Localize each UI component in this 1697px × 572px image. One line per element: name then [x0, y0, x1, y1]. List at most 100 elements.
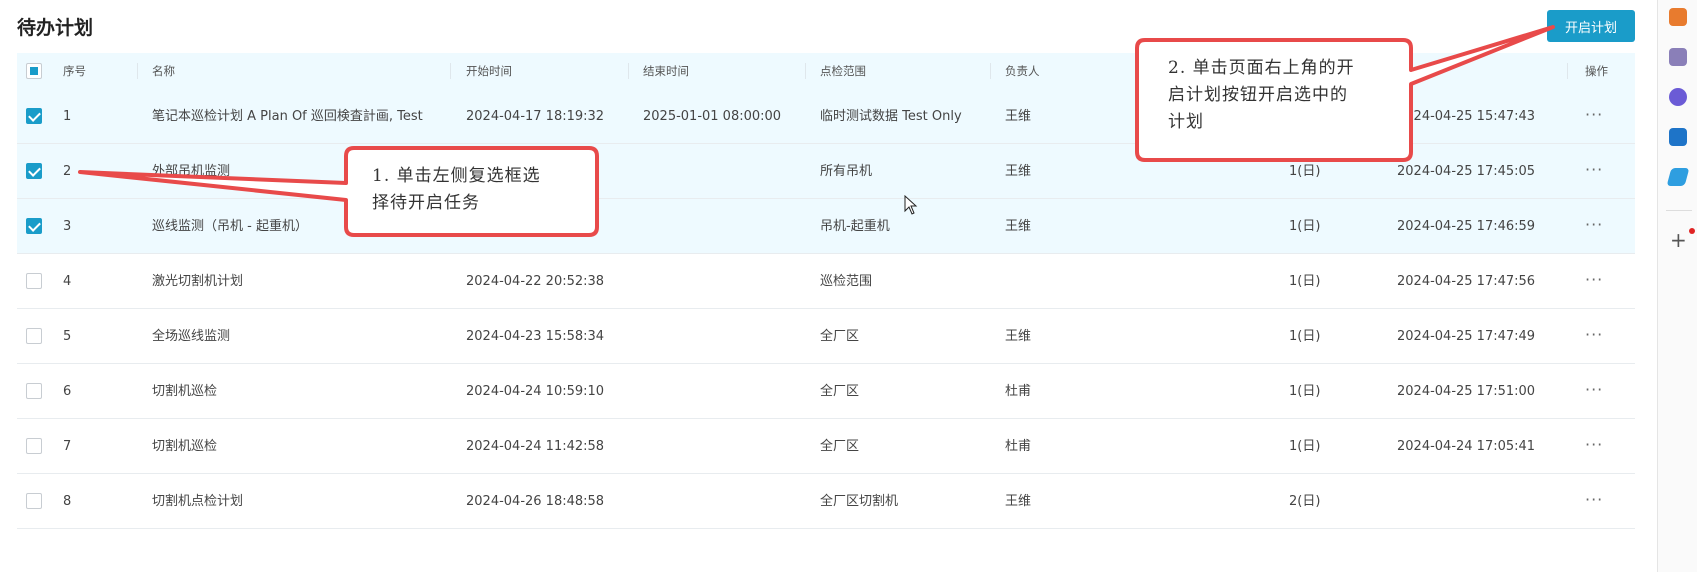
send-icon[interactable] — [1666, 168, 1690, 186]
cell-scope: 全厂区 — [820, 384, 860, 399]
cell-owner: 王维 — [1005, 494, 1032, 509]
cell-name: 外部吊机监测 — [152, 164, 231, 179]
plan-table: 序号 名称 开始时间 结束时间 点检范围 负责人 务生成时间 操作 1 笔记本巡检… — [17, 53, 1635, 529]
cell-scope: 全厂区 — [820, 439, 860, 454]
cell-cycle: 2(日) — [1289, 494, 1321, 509]
cell-generated-time: 2024-04-25 17:47:56 — [1397, 274, 1536, 289]
open-plan-button[interactable]: 开启计划 — [1547, 10, 1635, 42]
table-row[interactable]: 4 激光切割机计划 2024-04-22 20:52:38 巡检范围 1(日) 2024-… — [17, 254, 1635, 309]
right-side-rail: + — [1657, 0, 1697, 572]
table-row[interactable]: 6 切割机巡检 2024-04-24 10:59:10 全厂区 杜甫 1(日) 2024-0… — [17, 364, 1635, 419]
cell-name: 切割机点检计划 — [152, 494, 244, 509]
cell-name: 巡线监测（吊机 - 起重机） — [152, 219, 308, 234]
cell-index: 1 — [63, 109, 72, 124]
outlook-icon[interactable] — [1669, 128, 1687, 146]
header-end-time: 结束时间 — [643, 64, 689, 78]
header-scope: 点检范围 — [820, 64, 866, 78]
cell-cycle: 1(日) — [1289, 439, 1321, 454]
table-row[interactable]: 7 切割机巡检 2024-04-24 11:42:58 全厂区 杜甫 1(日) 2024-0… — [17, 419, 1635, 474]
cell-index: 8 — [63, 494, 72, 509]
cell-generated-time: 2024-04-25 17:47:49 — [1397, 329, 1536, 344]
page-title: 待办计划 — [17, 17, 94, 39]
cell-generated-time: 2024-04-25 17:51:00 — [1397, 384, 1536, 399]
header-index: 序号 — [63, 64, 86, 78]
cell-index: 4 — [63, 274, 72, 289]
table-row[interactable]: 8 切割机点检计划 2024-04-26 18:48:58 全厂区切割机 王维 2(日) ·… — [17, 474, 1635, 529]
more-actions-icon[interactable]: ··· — [1585, 254, 1603, 309]
cell-generated-time: 2024-04-25 17:46:59 — [1397, 219, 1536, 234]
more-actions-icon[interactable]: ··· — [1585, 474, 1603, 529]
cell-index: 3 — [63, 219, 72, 234]
cell-cycle: 1(日) — [1289, 274, 1321, 289]
cell-index: 5 — [63, 329, 72, 344]
cell-scope: 吊机-起重机 — [820, 219, 890, 234]
cell-generated-time: 2024-04-24 17:05:41 — [1397, 439, 1536, 454]
cell-name: 全场巡线监测 — [152, 329, 231, 344]
cell-owner: 王维 — [1005, 329, 1032, 344]
header-owner: 负责人 — [1005, 64, 1040, 78]
mouse-cursor-icon — [904, 195, 918, 215]
cell-generated-time: 2024-04-25 17:45:05 — [1397, 164, 1536, 179]
cell-index: 2 — [63, 164, 72, 179]
header-actions: 操作 — [1585, 64, 1608, 78]
more-actions-icon[interactable]: ··· — [1585, 364, 1603, 419]
cell-name: 激光切割机计划 — [152, 274, 244, 289]
cell-name: 笔记本巡检计划 A Plan Of 巡回検査計画, Test — [152, 109, 423, 124]
header-name: 名称 — [152, 64, 175, 78]
table-header: 序号 名称 开始时间 结束时间 点检范围 负责人 务生成时间 操作 — [17, 53, 1635, 89]
cell-index: 7 — [63, 439, 72, 454]
table-row[interactable]: 5 全场巡线监测 2024-04-23 15:58:34 全厂区 王维 1(日) 2024-… — [17, 309, 1635, 364]
row-checkbox[interactable] — [26, 218, 42, 234]
cell-owner: 王维 — [1005, 109, 1032, 124]
cell-cycle: 1(日) — [1289, 384, 1321, 399]
cell-generated-time: 2024-04-25 15:47:43 — [1397, 109, 1536, 124]
cell-owner: 杜甫 — [1005, 439, 1032, 454]
row-checkbox[interactable] — [26, 328, 42, 344]
add-icon[interactable]: + — [1670, 230, 1687, 250]
cell-start-time: 2024-04-17 18:19:32 — [466, 109, 605, 124]
row-checkbox[interactable] — [26, 438, 42, 454]
more-actions-icon[interactable]: ··· — [1585, 89, 1603, 144]
rail-divider — [1666, 210, 1692, 211]
callout-2-text: 2. 单击页面右上角的开 启计划按钮开启选中的 计划 — [1168, 58, 1355, 132]
cell-scope: 全厂区 — [820, 329, 860, 344]
row-checkbox[interactable] — [26, 383, 42, 399]
cell-scope: 巡检范围 — [820, 274, 873, 289]
table-body: 1 笔记本巡检计划 A Plan Of 巡回検査計画, Test 2024-04-1… — [17, 89, 1635, 529]
toolbox-icon[interactable] — [1669, 8, 1687, 26]
cell-owner: 王维 — [1005, 164, 1032, 179]
callout-1-text: 1. 单击左侧复选框选 择待开启任务 — [372, 166, 541, 213]
header-start-time: 开始时间 — [466, 64, 512, 78]
more-actions-icon[interactable]: ··· — [1585, 199, 1603, 254]
people-icon[interactable] — [1669, 48, 1687, 66]
cell-start-time: 2024-04-23 15:58:34 — [466, 329, 605, 344]
row-checkbox[interactable] — [26, 108, 42, 124]
table-row[interactable]: 3 巡线监测（吊机 - 起重机） 15:12 吊机-起重机 王维 1(日) 2024-04-… — [17, 199, 1635, 254]
cell-start-time: 2024-04-24 10:59:10 — [466, 384, 605, 399]
cell-start-time: 2024-04-22 20:52:38 — [466, 274, 605, 289]
select-all-checkbox[interactable] — [26, 63, 42, 79]
more-actions-icon[interactable]: ··· — [1585, 309, 1603, 364]
cell-owner: 王维 — [1005, 219, 1032, 234]
cell-cycle: 1(日) — [1289, 164, 1321, 179]
table-row[interactable]: 1 笔记本巡检计划 A Plan Of 巡回検査計画, Test 2024-04-1… — [17, 89, 1635, 144]
row-checkbox[interactable] — [26, 493, 42, 509]
cell-start-time: 2024-04-24 11:42:58 — [466, 439, 605, 454]
row-checkbox[interactable] — [26, 163, 42, 179]
cell-end-time: 2025-01-01 08:00:00 — [643, 109, 782, 124]
cell-scope: 临时测试数据 Test Only — [820, 109, 962, 124]
cell-owner: 杜甫 — [1005, 384, 1032, 399]
cell-start-time: 2024-04-26 18:48:58 — [466, 494, 605, 509]
cell-name: 切割机巡检 — [152, 384, 218, 399]
cell-cycle: 1(日) — [1289, 329, 1321, 344]
table-row[interactable]: 2 外部吊机监测 48:36 所有吊机 王维 1(日) 2024-04-25 17:45:0… — [17, 144, 1635, 199]
more-actions-icon[interactable]: ··· — [1585, 419, 1603, 474]
row-checkbox[interactable] — [26, 273, 42, 289]
cell-index: 6 — [63, 384, 72, 399]
cell-cycle: 1(日) — [1289, 219, 1321, 234]
copilot-icon[interactable] — [1669, 88, 1687, 106]
cell-name: 切割机巡检 — [152, 439, 218, 454]
more-actions-icon[interactable]: ··· — [1585, 144, 1603, 199]
cell-scope: 全厂区切割机 — [820, 494, 899, 509]
cell-scope: 所有吊机 — [820, 164, 873, 179]
